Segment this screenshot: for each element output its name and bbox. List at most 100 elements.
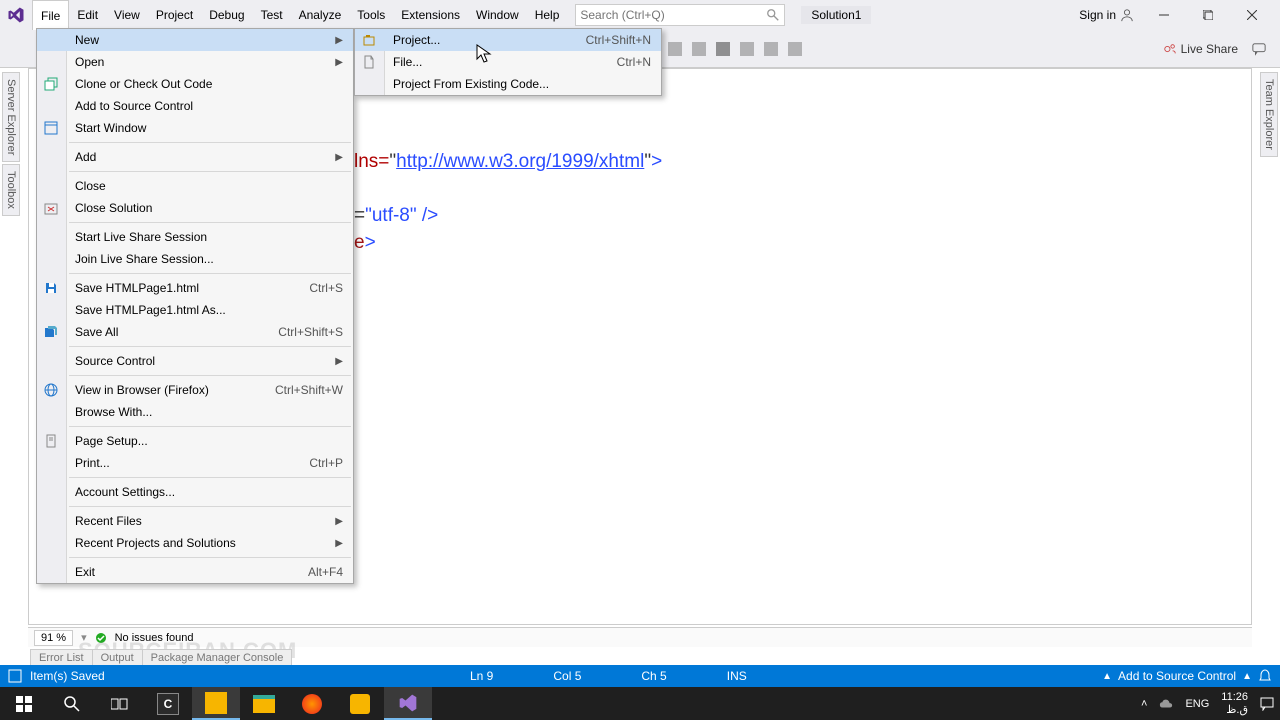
search-taskbar-icon[interactable] [48, 687, 96, 720]
file-menu-item[interactable]: Open▶ [37, 51, 353, 73]
search-box[interactable] [575, 4, 785, 26]
tab-pmc[interactable]: Package Manager Console [142, 649, 293, 666]
file-menu-item[interactable]: Browse With... [37, 401, 353, 423]
menu-view[interactable]: View [106, 0, 148, 30]
file-menu-item[interactable]: Save HTMLPage1.html As... [37, 299, 353, 321]
file-menu-dropdown: New▶Open▶ Clone or Check Out Code Add to S… [36, 28, 354, 584]
taskbar: C ˄ ENG 11:26 ق.ظ [0, 687, 1280, 720]
menu-window[interactable]: Window [468, 0, 527, 30]
team-explorer-tab[interactable]: Team Explorer [1260, 72, 1278, 157]
status-ins: INS [727, 669, 747, 683]
file-menu-item[interactable]: Clone or Check Out Code [37, 73, 353, 95]
issues-label: No issues found [115, 632, 194, 644]
menu-item-label: Start Window [75, 121, 146, 135]
save-icon [43, 280, 59, 296]
status-ch: Ch 5 [641, 669, 666, 683]
taskview-icon[interactable] [96, 687, 144, 720]
zoom-level[interactable]: 91 % [34, 630, 73, 646]
status-col: Col 5 [553, 669, 581, 683]
tab-errorlist[interactable]: Error List [30, 649, 93, 666]
file-menu-item[interactable]: Start Window [37, 117, 353, 139]
file-menu-item[interactable]: Save AllCtrl+Shift+S [37, 321, 353, 343]
menu-item-label: Clone or Check Out Code [75, 77, 212, 91]
firefox-icon[interactable] [288, 687, 336, 720]
menu-item-label: Save All [75, 325, 118, 339]
new-submenu-item[interactable]: Project...Ctrl+Shift+N [355, 29, 661, 51]
status-add-source[interactable]: Add to Source Control [1118, 669, 1236, 683]
visualstudio-icon[interactable] [384, 687, 432, 720]
toolbox-tab[interactable]: Toolbox [2, 164, 20, 216]
statusbar: Item(s) Saved Ln 9 Col 5 Ch 5 INS ▲ Add … [0, 665, 1280, 687]
menu-item-label: Join Live Share Session... [75, 252, 214, 266]
menu-item-label: File... [393, 55, 422, 69]
menu-analyze[interactable]: Analyze [291, 0, 350, 30]
file-menu-item[interactable]: Add▶ [37, 146, 353, 168]
menu-debug[interactable]: Debug [201, 0, 252, 30]
app1-icon[interactable]: C [144, 687, 192, 720]
new-submenu-item[interactable]: Project From Existing Code... [355, 73, 661, 95]
file-menu-item[interactable]: Page Setup... [37, 430, 353, 452]
file-menu-item[interactable]: Source Control▶ [37, 350, 353, 372]
maximize-button[interactable] [1188, 0, 1228, 30]
menu-file[interactable]: File [32, 0, 69, 30]
notifications-icon[interactable] [1258, 669, 1272, 683]
save-status-icon [8, 669, 22, 683]
server-explorer-tab[interactable]: Server Explorer [2, 72, 20, 162]
menu-test[interactable]: Test [253, 0, 291, 30]
submenu-arrow-icon: ▶ [335, 538, 343, 549]
menu-help[interactable]: Help [527, 0, 568, 30]
menu-item-label: Save HTMLPage1.html [75, 281, 199, 295]
search-icon [766, 8, 780, 22]
onedrive-icon[interactable] [1159, 697, 1173, 711]
clock[interactable]: 11:26 ق.ظ [1221, 691, 1248, 717]
tab-output[interactable]: Output [92, 649, 143, 666]
saveall-icon [43, 324, 59, 340]
code-editor[interactable]: lns="http://www.w3.org/1999/xhtml"> ="ut… [354, 148, 662, 256]
bottom-tabs: Error List Output Package Manager Consol… [0, 647, 1280, 667]
file-menu-item[interactable]: Join Live Share Session... [37, 248, 353, 270]
menu-item-label: Project... [393, 33, 440, 47]
file-menu-item[interactable]: Add to Source Control [37, 95, 353, 117]
menu-item-label: Print... [75, 456, 110, 470]
liveshare-button[interactable]: Live Share [1163, 42, 1238, 56]
search-input[interactable] [580, 8, 766, 22]
signin-button[interactable]: Sign in [1073, 8, 1140, 22]
tray-chevron-icon[interactable]: ˄ [1141, 698, 1147, 710]
file-menu-item[interactable]: New▶ [37, 29, 353, 51]
file-menu-item[interactable]: Print...Ctrl+P [37, 452, 353, 474]
close-button[interactable] [1232, 0, 1272, 30]
minimize-button[interactable] [1144, 0, 1184, 30]
code-text: lns= [354, 151, 389, 172]
menu-item-label: Exit [75, 565, 95, 579]
status-ln: Ln 9 [470, 669, 493, 683]
file-menu-item[interactable]: View in Browser (Firefox)Ctrl+Shift+W [37, 379, 353, 401]
menu-item-label: Add to Source Control [75, 99, 193, 113]
file-menu-item[interactable]: Account Settings... [37, 481, 353, 503]
shortcut-label: Ctrl+Shift+W [275, 383, 343, 397]
menu-tools[interactable]: Tools [349, 0, 393, 30]
menu-item-label: Source Control [75, 354, 155, 368]
file-menu-item[interactable]: Close [37, 175, 353, 197]
lang-indicator[interactable]: ENG [1185, 698, 1209, 710]
start-button[interactable] [0, 687, 48, 720]
action-center-icon[interactable] [1260, 697, 1274, 711]
file-menu-item[interactable]: Recent Files▶ [37, 510, 353, 532]
status-saved: Item(s) Saved [30, 669, 105, 683]
menu-item-label: Add [75, 150, 96, 164]
menu-edit[interactable]: Edit [69, 0, 106, 30]
file-menu-item[interactable]: Recent Projects and Solutions▶ [37, 532, 353, 554]
file-menu-item[interactable]: ExitAlt+F4 [37, 561, 353, 583]
explorer-icon[interactable] [240, 687, 288, 720]
file-menu-item[interactable]: Save HTMLPage1.htmlCtrl+S [37, 277, 353, 299]
file-menu-item[interactable]: Start Live Share Session [37, 226, 353, 248]
file-menu-item[interactable]: Close Solution [37, 197, 353, 219]
window-icon [43, 120, 59, 136]
file-icon [361, 54, 377, 70]
menu-item-label: Close Solution [75, 201, 152, 215]
new-submenu-item[interactable]: File...Ctrl+N [355, 51, 661, 73]
feedback-icon[interactable] [1252, 42, 1266, 56]
menu-extensions[interactable]: Extensions [393, 0, 468, 30]
app3-icon[interactable] [336, 687, 384, 720]
menu-project[interactable]: Project [148, 0, 201, 30]
app2-icon[interactable] [192, 687, 240, 720]
